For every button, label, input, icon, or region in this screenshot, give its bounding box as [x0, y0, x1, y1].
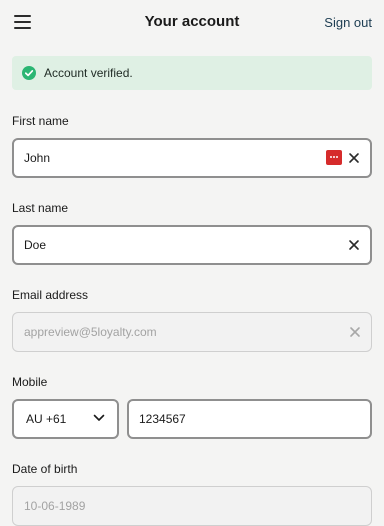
email-field-wrapper [12, 312, 372, 352]
dob-field-wrapper [12, 486, 372, 526]
success-alert: Account verified. [12, 56, 372, 90]
last-name-label: Last name [12, 201, 69, 215]
mobile-number-wrapper [127, 399, 384, 439]
check-circle-icon [22, 66, 36, 80]
dob-label: Date of birth [12, 462, 78, 476]
first-name-input[interactable] [24, 149, 304, 167]
mobile-label: Mobile [12, 375, 48, 389]
dob-input[interactable] [24, 497, 304, 515]
close-icon[interactable] [348, 239, 360, 251]
country-code-select[interactable]: AU +61 [12, 399, 119, 439]
close-icon[interactable] [348, 152, 360, 164]
email-input [24, 323, 304, 341]
sign-out-link[interactable]: Sign out [324, 15, 372, 30]
last-name-input[interactable] [24, 236, 304, 254]
password-manager-icon[interactable] [326, 150, 342, 165]
country-code-value: AU +61 [26, 412, 67, 426]
chevron-down-icon [93, 414, 105, 421]
email-label: Email address [12, 288, 89, 302]
close-icon [350, 327, 360, 337]
alert-message: Account verified. [44, 66, 133, 80]
app-header: Your account Sign out [0, 0, 384, 44]
mobile-number-input[interactable] [139, 410, 384, 428]
last-name-field-wrapper [12, 225, 372, 265]
first-name-field-wrapper [12, 138, 372, 178]
first-name-label: First name [12, 114, 69, 128]
